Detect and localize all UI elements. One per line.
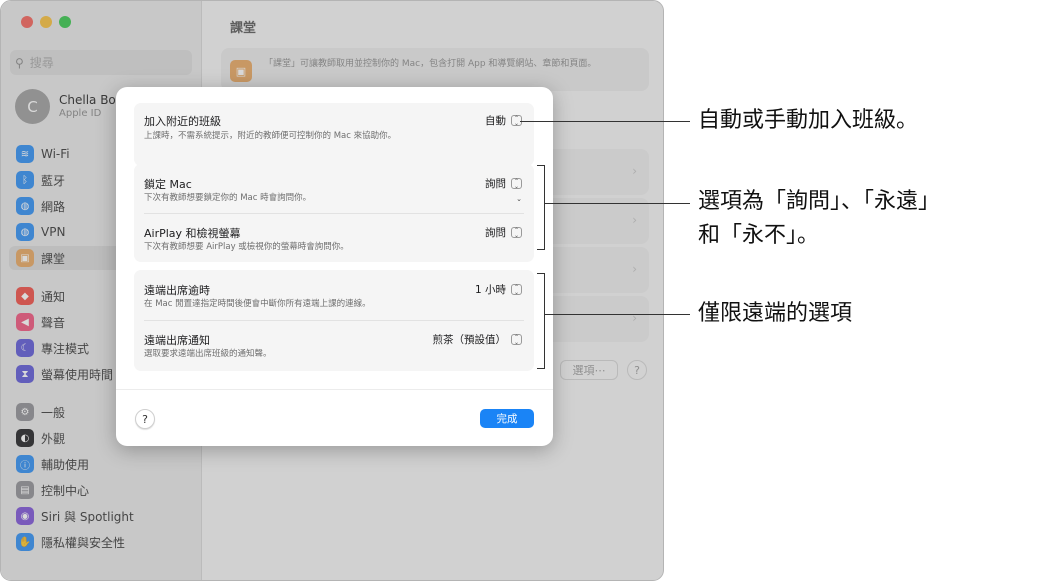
- chevron-updown-icon: ⌃ ⌄: [511, 227, 522, 238]
- row-title: 遠端出席逾時: [144, 284, 210, 297]
- row-description: 下次有教師想要 AirPlay 或檢視你的螢幕時會詢問你。: [144, 242, 349, 252]
- callout-options-line2: 和「永不」。: [698, 223, 820, 248]
- row-title: 加入附近的班級: [144, 115, 221, 128]
- chevron-updown-icon: ⌃ ⌄: [511, 334, 522, 345]
- settings-window: ⚲ 搜尋 C Chella Boe Apple ID ≋ Wi‑Fi ᛒ 藍牙 ◍ 網路 ◍…: [0, 0, 664, 581]
- chevron-updown-icon: ⌃ ⌄: [511, 178, 522, 189]
- remote-notification-popup[interactable]: 煎茶（預設值） ⌃ ⌄: [432, 332, 522, 347]
- lock-mac-popup[interactable]: 詢問 ⌃ ⌄: [485, 176, 522, 191]
- join-nearby-class-row: 加入附近的班級 上課時，不需系統提示，附近的教師便可控制你的 Mac 來協助你。…: [134, 103, 534, 166]
- callout-options-line1: 選項為「詢問」、「永遠」: [698, 189, 941, 214]
- popup-value: 煎茶（預設值）: [432, 334, 507, 346]
- remote-timeout-popup[interactable]: 1 小時 ⌃ ⌄: [475, 282, 522, 297]
- done-button[interactable]: 完成: [480, 409, 534, 428]
- chevron-updown-icon: ⌃ ⌄: [511, 284, 522, 295]
- callout-line: [520, 121, 690, 122]
- remote-timeout-row: 遠端出席逾時 在 Mac 閒置達指定時間後便會中斷你所有遠端上課的連線。 1 小…: [134, 270, 534, 319]
- chevron-down-icon: ⌄: [516, 195, 522, 203]
- divider: [116, 389, 553, 390]
- popup-value: 自動: [485, 115, 506, 127]
- classroom-options-sheet: 加入附近的班級 上課時，不需系統提示，附近的教師便可控制你的 Mac 來協助你。…: [116, 87, 553, 446]
- callout-line: [545, 203, 690, 204]
- row-description: 上課時，不需系統提示，附近的教師便可控制你的 Mac 來協助你。: [144, 131, 397, 141]
- lock-mac-row: 鎖定 Mac 下次有教師想要鎖定你的 Mac 時會詢問你。 詢問 ⌃ ⌄ ⌄: [134, 164, 534, 212]
- callout-auto-manual: 自動或手動加入班級。: [698, 108, 919, 133]
- row-description: 選取要求遠端出席班級的通知聲。: [144, 349, 272, 359]
- airplay-view-screen-popup[interactable]: 詢問 ⌃ ⌄: [485, 225, 522, 240]
- row-title: 鎖定 Mac: [144, 178, 192, 191]
- permission-group: 鎖定 Mac 下次有教師想要鎖定你的 Mac 時會詢問你。 詢問 ⌃ ⌄ ⌄ Ai…: [134, 164, 534, 262]
- callout-bracket: [537, 165, 545, 250]
- row-title: AirPlay 和檢視螢幕: [144, 227, 241, 240]
- row-description: 在 Mac 閒置達指定時間後便會中斷你所有遠端上課的連線。: [144, 299, 371, 309]
- row-description: 下次有教師想要鎖定你的 Mac 時會詢問你。: [144, 193, 312, 203]
- join-group: 加入附近的班級 上課時，不需系統提示，附近的教師便可控制你的 Mac 來協助你。…: [134, 103, 534, 166]
- remote-group: 遠端出席逾時 在 Mac 閒置達指定時間後便會中斷你所有遠端上課的連線。 1 小…: [134, 270, 534, 371]
- popup-value: 詢問: [485, 178, 506, 190]
- remote-notification-row: 遠端出席通知 選取要求遠端出席班級的通知聲。 煎茶（預設值） ⌃ ⌄: [134, 320, 534, 370]
- callout-bracket: [537, 273, 545, 369]
- callout-remote-only: 僅限遠端的選項: [698, 301, 853, 326]
- callout-line: [545, 314, 690, 315]
- join-mode-popup[interactable]: 自動 ⌃ ⌄: [485, 113, 522, 128]
- popup-value: 詢問: [485, 227, 506, 239]
- airplay-view-screen-row: AirPlay 和檢視螢幕 下次有教師想要 AirPlay 或檢視你的螢幕時會詢…: [134, 213, 534, 261]
- popup-value: 1 小時: [474, 284, 506, 296]
- help-button[interactable]: ?: [135, 409, 155, 429]
- row-title: 遠端出席通知: [144, 334, 210, 347]
